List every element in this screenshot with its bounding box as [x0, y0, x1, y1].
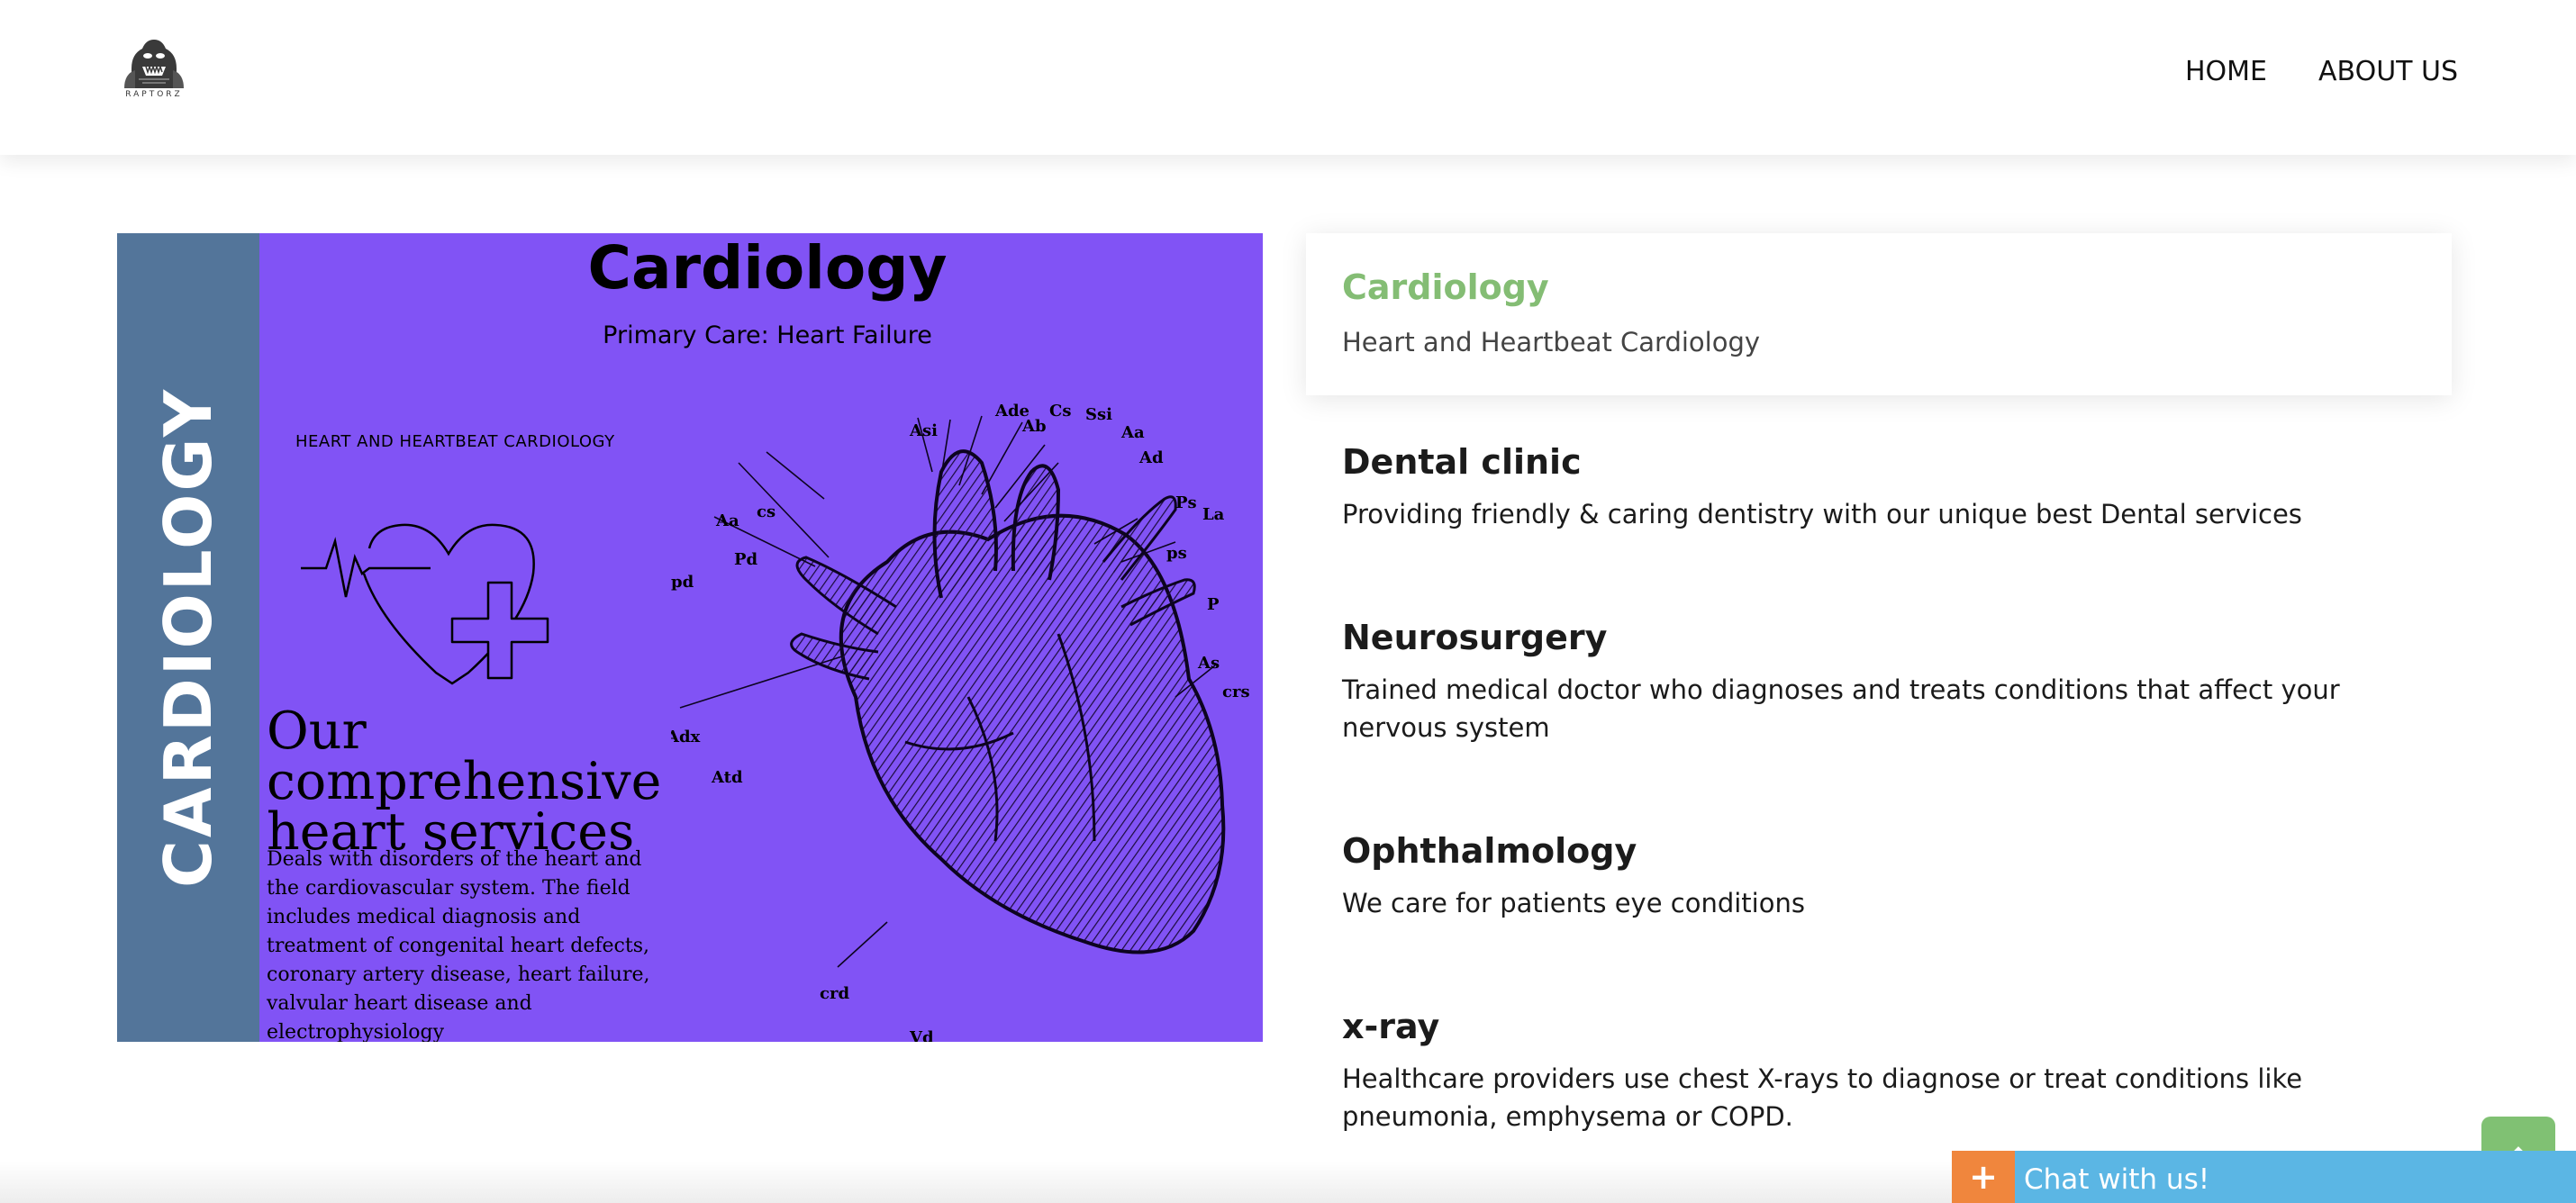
chat-widget[interactable]: + Chat with us!	[1952, 1151, 2576, 1203]
anatomical-heart-illustration: Asi Ade Ab Cs Ssi Aa Ad Ps La ps P As cr…	[671, 402, 1250, 1042]
service-item-neurosurgery[interactable]: Neurosurgery Trained medical doctor who …	[1342, 615, 2369, 746]
plus-icon: +	[1952, 1151, 2015, 1203]
service-desc-cardiology: Heart and Heartbeat Cardiology	[1342, 327, 1761, 357]
service-desc-dental-clinic: Providing friendly & caring dentistry wi…	[1342, 499, 2302, 529]
service-title-ophthalmology: Ophthalmology	[1342, 831, 1637, 871]
banner-caps-label: HEART AND HEARTBEAT CARDIOLOGY	[295, 432, 615, 451]
organ-label-crs: crs	[1222, 683, 1250, 701]
nav-home[interactable]: HOME	[2185, 56, 2267, 87]
banner-side-label: CARDIOLOGY	[150, 387, 226, 888]
organ-label-crd: crd	[820, 984, 849, 1003]
service-title-cardiology: Cardiology	[1342, 267, 1549, 307]
service-item-x-ray[interactable]: x-ray Healthcare providers use chest X-r…	[1342, 1004, 2369, 1135]
service-title-x-ray: x-ray	[1342, 1007, 1440, 1046]
banner-heading: Our comprehensive heart services	[267, 701, 662, 862]
banner-title: Cardiology	[587, 233, 948, 303]
organ-label-ssi: Ssi	[1085, 405, 1112, 424]
organ-label-ps-lower: ps	[1166, 544, 1187, 563]
service-desc-neurosurgery: Trained medical doctor who diagnoses and…	[1342, 674, 2340, 743]
site-header: RAPTORZ HOME ABOUT US	[0, 0, 2576, 155]
service-desc-ophthalmology: We care for patients eye conditions	[1342, 888, 1805, 918]
service-item-dental-clinic[interactable]: Dental clinic Providing friendly & carin…	[1342, 439, 2369, 533]
organ-label-ad: Ad	[1138, 448, 1164, 467]
logo[interactable]: RAPTORZ	[115, 36, 193, 106]
organ-label-vd: Vd	[909, 1028, 934, 1042]
service-title-dental-clinic: Dental clinic	[1342, 442, 1582, 482]
service-title-neurosurgery: Neurosurgery	[1342, 618, 1608, 657]
organ-label-ab: Ab	[1021, 417, 1047, 436]
raptor-logo-icon	[124, 40, 184, 88]
organ-label-aa-left: Aa	[715, 511, 739, 530]
organ-label-asi: Asi	[909, 421, 938, 440]
heartbeat-heart-icon	[301, 523, 549, 685]
organ-label-as: As	[1197, 654, 1220, 673]
chat-label: Chat with us!	[2024, 1163, 2210, 1196]
organ-label-cs-top: Cs	[1049, 402, 1071, 421]
organ-label-la: La	[1202, 505, 1225, 524]
organ-label-adx: Adx	[671, 728, 701, 746]
nav-about-us[interactable]: ABOUT US	[2318, 56, 2458, 87]
banner-side-strip: CARDIOLOGY	[117, 233, 259, 1042]
organ-label-pd-upper: Pd	[734, 550, 758, 569]
organ-label-cs-left: cs	[757, 502, 776, 521]
organ-label-p: P	[1207, 595, 1220, 614]
logo-text: RAPTORZ	[125, 90, 183, 99]
service-desc-x-ray: Healthcare providers use chest X-rays to…	[1342, 1063, 2303, 1132]
service-item-cardiology[interactable]: Cardiology Heart and Heartbeat Cardiolog…	[1306, 233, 2452, 395]
organ-label-aa-top: Aa	[1120, 423, 1145, 442]
service-item-ophthalmology[interactable]: Ophthalmology We care for patients eye c…	[1342, 828, 2369, 922]
banner-description: Deals with disorders of the heart and th…	[267, 848, 650, 1042]
organ-label-pd-lower: pd	[671, 573, 694, 592]
organ-label-ps-upper: Ps	[1175, 493, 1197, 512]
cardiology-banner: CARDIOLOGY Cardiology Primary Care: Hear…	[117, 233, 1263, 1042]
organ-label-atd: Atd	[711, 768, 743, 787]
